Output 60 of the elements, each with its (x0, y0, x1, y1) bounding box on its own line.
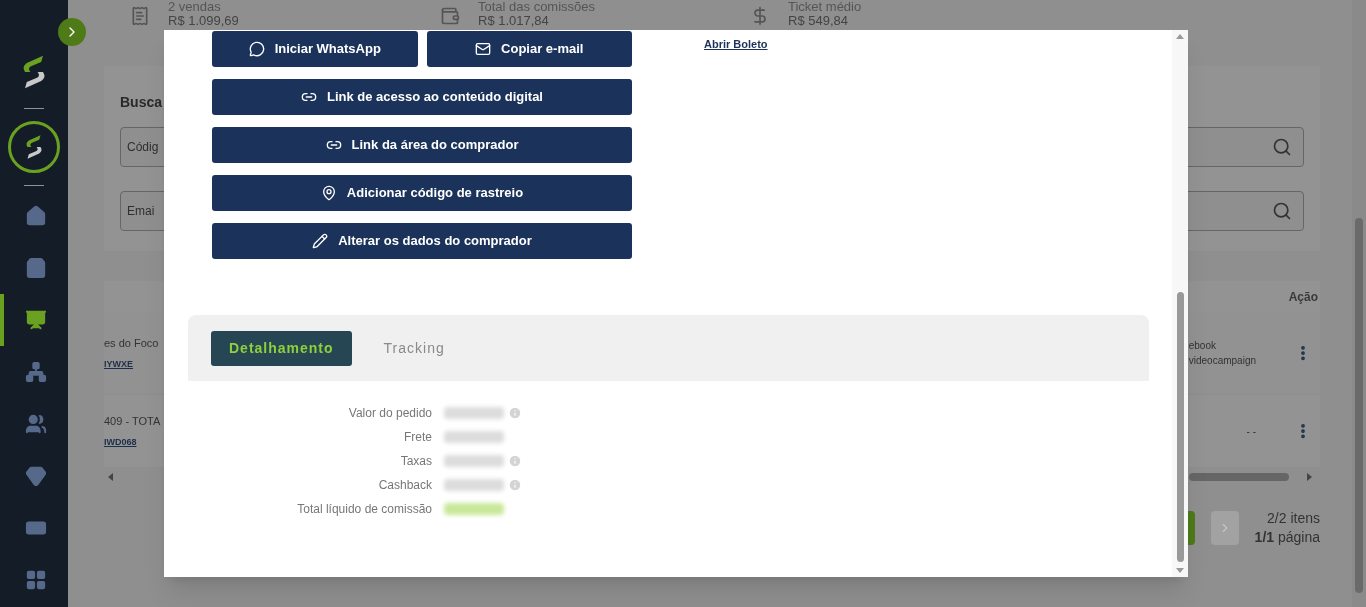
source-text: ebook (1188, 339, 1217, 353)
product-text: es do Foco (104, 336, 160, 351)
scroll-down-icon[interactable] (1176, 568, 1184, 573)
expand-button[interactable] (58, 18, 86, 46)
info-icon (508, 453, 522, 468)
order-code-link[interactable]: IWD068 (104, 435, 164, 449)
info-icon (508, 477, 522, 492)
search-icon[interactable] (1272, 137, 1292, 157)
blurred-value (444, 502, 504, 515)
blurred-value (444, 478, 504, 491)
pencil-icon (312, 233, 329, 249)
action-button[interactable]: Alterar os dados do comprador (212, 223, 632, 259)
items-count: 2/2 itens (1267, 509, 1320, 528)
blurred-value (444, 406, 504, 419)
tab[interactable]: Detalhamento (211, 330, 352, 366)
blurred-value (444, 454, 504, 467)
column-header: Ação (1288, 289, 1318, 306)
action-button[interactable]: Iniciar WhatsApp (212, 31, 418, 67)
stat-label: Ticket médio (788, 0, 862, 14)
scroll-up-icon[interactable] (1176, 34, 1184, 39)
home-icon (25, 205, 47, 227)
receipt-icon (130, 6, 150, 26)
stat-label: 2 vendas (168, 0, 222, 14)
gem-icon (25, 465, 47, 487)
users-icon (25, 413, 47, 435)
blurred-value (444, 430, 504, 443)
detail-label: Total líquido de comissão (296, 500, 432, 518)
stat-value: R$ 549,84 (788, 14, 849, 28)
detail-label: Valor do pedido (347, 404, 432, 422)
action-button[interactable]: Copiar e-mail (426, 31, 632, 67)
stat-value: R$ 1.017,84 (478, 14, 550, 28)
source-text: videocampaign (1188, 354, 1256, 368)
stat-value: R$ 1.099,69 (168, 14, 239, 28)
detail-label: Taxas (399, 452, 432, 470)
scroll-right-icon[interactable] (1307, 473, 1312, 481)
detail-label: Frete (403, 428, 432, 446)
bag-icon (25, 257, 47, 279)
wallet-icon (440, 6, 460, 26)
scroll-left-icon[interactable] (108, 473, 113, 481)
presentation-icon (25, 309, 47, 331)
search-icon[interactable] (1272, 201, 1292, 221)
stat-label: Total das comissões (478, 0, 596, 14)
action-button[interactable]: Link da área do comprador (212, 127, 632, 163)
detail-label: Cashback (377, 476, 432, 494)
info-icon (508, 405, 522, 420)
scrollbar-thumb[interactable] (1189, 473, 1289, 481)
action-button[interactable]: Link de acesso ao conteúdo digital (212, 79, 632, 115)
grid-icon (25, 569, 47, 591)
chat-icon (248, 41, 265, 57)
pin-icon (320, 185, 337, 201)
boleto-link[interactable]: Abrir Boleto (704, 36, 768, 50)
product-text: 409 - TOTA (104, 414, 162, 429)
scrollbar-thumb[interactable] (1176, 292, 1184, 562)
order-code-link[interactable]: IYWXE (104, 357, 164, 371)
mail-icon (475, 41, 492, 57)
source-text: - - (1246, 424, 1256, 439)
search-title: Busca (120, 93, 163, 112)
network-icon (25, 361, 47, 383)
page-count: 1/1 página (1254, 528, 1320, 547)
action-button[interactable]: Adicionar código de rastreio (212, 175, 632, 211)
